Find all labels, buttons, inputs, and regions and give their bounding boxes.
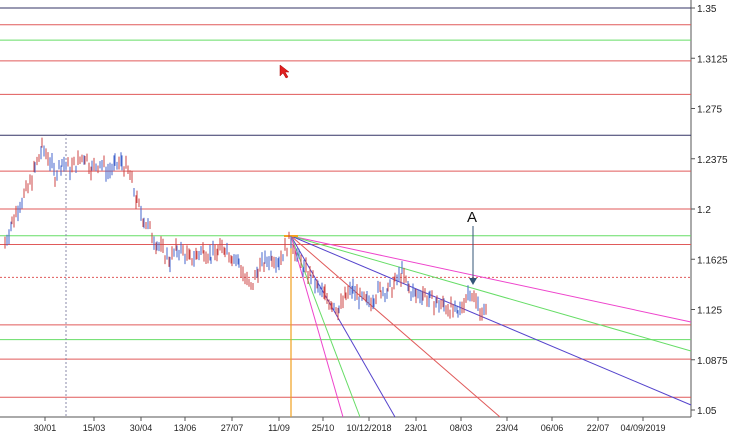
x-tick-label: 27/07 (221, 423, 244, 433)
x-tick-label: 23/04 (496, 423, 519, 433)
chart-area: 1.35 1.3125 1.275 1.2375 1.2 1.1625 1.125 1.087… (0, 0, 737, 441)
y-tick-label: 1.05 (697, 406, 717, 417)
chart-svg: 1.35 1.3125 1.275 1.2375 1.2 1.1625 1.125 1.087… (0, 0, 728, 433)
x-tick-label: 10/12/2018 (346, 423, 391, 433)
x-tick-label: 15/03 (83, 423, 106, 433)
y-tick-label: 1.1625 (697, 255, 728, 266)
x-tick-label: 30/01 (34, 423, 57, 433)
y-tick-label: 1.275 (697, 105, 722, 116)
y-tick-label: 1.125 (697, 306, 722, 317)
x-tick-label: 06/06 (541, 423, 564, 433)
x-tick-label: 25/10 (312, 423, 335, 433)
y-tick-label: 1.35 (697, 4, 717, 15)
x-tick-label: 30/04 (130, 423, 153, 433)
x-tick-label: 11/09 (268, 423, 290, 433)
x-tick-label: 22/07 (587, 423, 610, 433)
y-tick-label: 1.2375 (697, 155, 728, 166)
y-tick-label: 1.2 (697, 205, 711, 216)
annotation-label: A (467, 209, 477, 226)
x-tick-label: 08/03 (450, 423, 473, 433)
x-tick-label: 13/06 (174, 423, 197, 433)
x-tick-label: 04/09/2019 (620, 423, 665, 433)
y-tick-label: 1.0875 (697, 356, 728, 367)
x-tick-label: 23/01 (405, 423, 428, 433)
y-tick-label: 1.3125 (697, 54, 728, 65)
